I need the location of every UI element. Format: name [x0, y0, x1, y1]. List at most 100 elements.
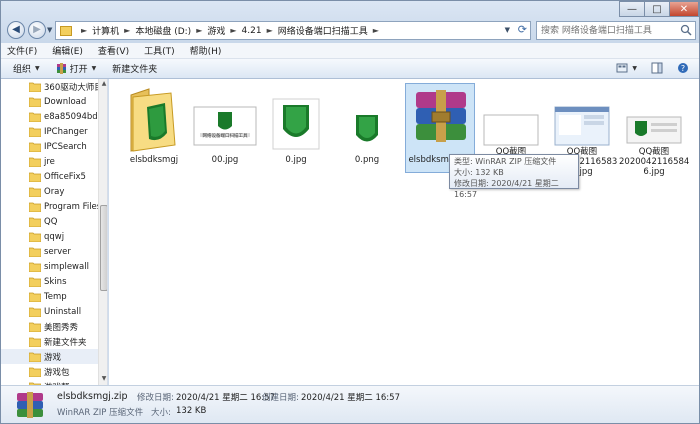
sidebar-item-label: 360驱动大师目录: [44, 82, 99, 93]
folder-icon: [29, 232, 41, 242]
tooltip-type: 类型: WinRAR ZIP 压缩文件: [454, 157, 557, 166]
menu-view[interactable]: 查看(V): [98, 44, 129, 57]
sidebar-item[interactable]: Download: [29, 94, 99, 109]
breadcrumb-date-folder[interactable]: 4.21: [242, 26, 262, 36]
search-icon[interactable]: [680, 24, 692, 36]
scrollbar-thumb[interactable]: [100, 205, 107, 291]
sidebar-item[interactable]: e8a85094bdb: [29, 109, 99, 124]
sidebar-item[interactable]: Uninstall: [29, 304, 99, 319]
title-bar: — □ ✕ ◀ ▶ ▼ ► 计算机 ► 本地磁盘 (D:) ► 游戏 ► 4.2…: [1, 1, 699, 43]
banner-caption: 网络设备端口扫描工具: [202, 134, 248, 139]
sidebar-item[interactable]: jre: [29, 154, 99, 169]
caret-down-icon[interactable]: ▼: [632, 65, 637, 72]
organize-button[interactable]: 组织 ▼: [13, 62, 40, 75]
recent-pages-dropdown[interactable]: ▼: [47, 26, 52, 34]
folder-icon: [29, 187, 41, 197]
file-item-image[interactable]: 0.png: [332, 85, 402, 175]
folder-icon: [130, 88, 176, 152]
breadcrumb-drive[interactable]: 本地磁盘 (D:): [135, 24, 191, 37]
sidebar-item-label: IPCSearch: [44, 141, 87, 152]
chevron-right-icon[interactable]: ►: [124, 26, 130, 35]
file-name-line: 2020042116584: [619, 157, 690, 167]
view-controls: ▼ ?: [602, 62, 689, 74]
menu-tools[interactable]: 工具(T): [144, 44, 175, 57]
sidebar-item[interactable]: 游戏: [1, 349, 99, 364]
vertical-scrollbar[interactable]: ▲ ▼: [98, 79, 107, 385]
scroll-up-icon[interactable]: ▲: [100, 80, 107, 89]
menu-file[interactable]: 文件(F): [7, 44, 37, 57]
file-item-folder[interactable]: elsbdksmgj: [119, 85, 189, 175]
preview-pane-icon[interactable]: [651, 62, 663, 74]
close-button[interactable]: ✕: [669, 1, 699, 17]
shield-icon: [356, 115, 378, 142]
sidebar-item-label: Oray: [44, 186, 65, 197]
sidebar-item[interactable]: simplewall: [29, 259, 99, 274]
arrow-right-icon: ▶: [33, 24, 41, 35]
sidebar-item[interactable]: IPCSearch: [29, 139, 99, 154]
chevron-right-icon[interactable]: ►: [196, 26, 202, 35]
sidebar-item-label: qqwj: [44, 231, 65, 242]
menu-bar: 文件(F) 编辑(E) 查看(V) 工具(T) 帮助(H): [1, 43, 699, 59]
sidebar-item[interactable]: OfficeFix5: [29, 169, 99, 184]
search-input[interactable]: [537, 22, 677, 39]
minimize-button[interactable]: —: [619, 1, 645, 17]
sidebar-item[interactable]: 美图秀秀: [29, 319, 99, 334]
menu-help[interactable]: 帮助(H): [190, 44, 222, 57]
breadcrumb-games[interactable]: 游戏: [207, 24, 225, 37]
winrar-icon: [56, 63, 66, 74]
back-button[interactable]: ◀: [7, 21, 25, 39]
new-folder-button[interactable]: 新建文件夹: [112, 62, 157, 75]
refresh-icon[interactable]: ⟳: [518, 23, 527, 36]
sidebar-item[interactable]: Temp: [29, 289, 99, 304]
open-button[interactable]: 打开 ▼: [56, 62, 97, 75]
chevron-right-icon[interactable]: ►: [267, 26, 273, 35]
folder-icon: [29, 277, 41, 287]
forward-button[interactable]: ▶: [28, 21, 46, 39]
folder-icon: [29, 337, 41, 347]
sidebar-item[interactable]: 360驱动大师目录: [29, 79, 99, 94]
sidebar-item[interactable]: QQ: [29, 214, 99, 229]
maximize-button[interactable]: □: [644, 1, 670, 17]
svg-text:?: ?: [681, 64, 685, 73]
new-folder-label: 新建文件夹: [112, 65, 158, 75]
sidebar-item[interactable]: Oray: [29, 184, 99, 199]
search-box[interactable]: [536, 21, 696, 40]
sidebar-item[interactable]: Program Files: [29, 199, 99, 214]
folder-icon: [29, 262, 41, 272]
sidebar-item[interactable]: IPChanger: [29, 124, 99, 139]
caret-down-icon: ▼: [91, 65, 97, 72]
details-pane: elsbdksmgj.zip WinRAR ZIP 压缩文件 修改日期: 202…: [1, 385, 699, 423]
sidebar-item-label: 游戏包: [44, 367, 70, 378]
folder-tree: 360驱动大师目录 Download e8a85094bdb IPChanger IPC…: [1, 79, 99, 385]
folder-icon: [29, 142, 41, 152]
sidebar-item[interactable]: qqwj: [29, 229, 99, 244]
file-item-image[interactable]: 0.jpg: [261, 85, 331, 175]
sidebar-item[interactable]: 新建文件夹: [29, 334, 99, 349]
sidebar-item-label: 美图秀秀: [44, 322, 79, 333]
file-name: 0.png: [354, 155, 380, 165]
address-history-dropdown[interactable]: ▼: [505, 26, 510, 34]
breadcrumb-computer[interactable]: 计算机: [92, 24, 119, 37]
file-item-image[interactable]: QQ截图 2020042116584 6.jpg: [619, 85, 690, 177]
sidebar-item-label: Uninstall: [44, 306, 82, 317]
sidebar-item-label: simplewall: [44, 261, 89, 272]
menu-edit[interactable]: 编辑(E): [52, 44, 83, 57]
sidebar-item[interactable]: 游戏包: [29, 364, 99, 379]
details-created-value[interactable]: 2020/4/21 星期二 16:57: [301, 391, 400, 403]
details-modified-value[interactable]: 2020/4/21 星期二 16:57: [176, 391, 275, 403]
chevron-right-icon[interactable]: ►: [230, 26, 236, 35]
file-view: elsbdksmgj 网络设备端口扫描工具 00.jpg 0.jpg 0.png…: [109, 79, 699, 385]
chevron-right-icon[interactable]: ►: [373, 26, 379, 35]
organize-label: 组织: [13, 65, 32, 75]
breadcrumb-current-folder[interactable]: 网络设备端口扫描工具: [278, 24, 368, 37]
sidebar-item-label: Temp: [44, 291, 67, 302]
scroll-down-icon[interactable]: ▼: [100, 375, 107, 384]
change-view-icon[interactable]: [616, 62, 628, 74]
file-item-image[interactable]: 网络设备端口扫描工具 00.jpg: [190, 85, 260, 175]
details-file-name: elsbdksmgj.zip: [57, 391, 128, 402]
address-bar[interactable]: ► 计算机 ► 本地磁盘 (D:) ► 游戏 ► 4.21 ► 网络设备端口扫描…: [55, 21, 531, 40]
tooltip-size: 大小: 132 KB: [454, 168, 504, 177]
sidebar-item[interactable]: server: [29, 244, 99, 259]
sidebar-item[interactable]: Skins: [29, 274, 99, 289]
help-icon[interactable]: ?: [677, 62, 689, 74]
